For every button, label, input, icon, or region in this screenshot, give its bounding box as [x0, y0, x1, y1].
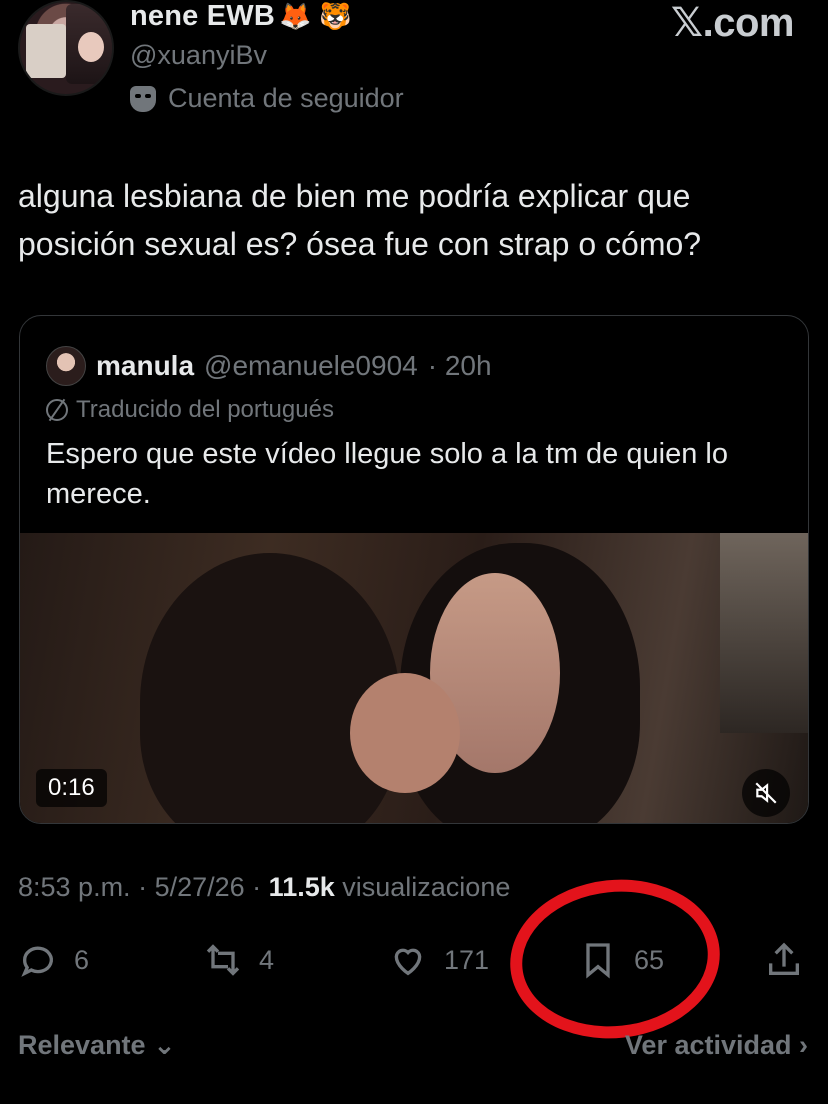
repost-count: 4 — [259, 944, 275, 975]
tweet-text: alguna lesbiana de bien me podría explic… — [18, 178, 702, 262]
video-player[interactable]: 0:16 — [20, 533, 808, 823]
reply-count: 6 — [74, 944, 90, 975]
author-avatar[interactable] — [18, 0, 114, 96]
avatar-face — [78, 32, 104, 62]
video-duration: 0:16 — [36, 769, 107, 807]
translated-label: Traducido del portugués — [76, 396, 334, 423]
quote-time: · 20h — [427, 350, 492, 381]
mute-button[interactable] — [742, 769, 790, 817]
video-frame-part — [350, 673, 460, 793]
video-frame-part — [140, 553, 400, 823]
avatar-photo-part — [26, 24, 66, 78]
red-circle-annotation — [502, 869, 728, 1049]
reply-button[interactable]: 6 — [18, 940, 89, 980]
author-emojis: 🦊 🐯 — [279, 1, 352, 31]
translation-notice: Traducido del portugués — [46, 396, 334, 424]
x-watermark: 𝕏.com — [670, 1, 795, 45]
view-activity-link[interactable]: Ver actividad › — [625, 1030, 808, 1061]
translate-icon — [46, 399, 68, 421]
mask-icon — [130, 85, 156, 112]
quote-avatar[interactable] — [46, 346, 86, 386]
video-frame-part — [720, 533, 808, 733]
tweet-time: 8:53 p.m. — [18, 872, 131, 902]
quote-text: Espero que este vídeo llegue solo a la t… — [46, 438, 728, 510]
like-count: 171 — [444, 944, 490, 975]
quote-author-handle: @emanuele0904 — [204, 350, 418, 381]
author-display-name[interactable]: nene EWB 🦊 🐯 — [130, 0, 352, 33]
views-count: 11.5k — [268, 872, 335, 902]
repost-icon — [206, 944, 240, 976]
repost-button[interactable]: 4 — [203, 940, 274, 980]
follower-label: Cuenta de seguidor — [168, 83, 404, 113]
sort-dropdown[interactable]: Relevante ⌄ — [18, 1030, 176, 1061]
share-icon — [769, 942, 799, 975]
muted-speaker-icon — [755, 782, 777, 804]
tweet-date: · 5/27/26 · — [138, 872, 262, 902]
follower-badge: Cuenta de seguidor — [130, 83, 404, 114]
heart-icon — [394, 948, 422, 976]
like-button[interactable]: 171 — [388, 940, 489, 980]
quote-author-name[interactable]: manula — [96, 350, 194, 382]
tweet-meta: 8:53 p.m. · 5/27/26 · 11.5k visualizacio… — [18, 872, 510, 903]
quote-header: manula @emanuele0904 · 20h — [46, 346, 492, 386]
reply-icon — [21, 946, 53, 977]
author-handle[interactable]: @xuanyiBv — [130, 40, 267, 71]
quoted-tweet[interactable]: manula @emanuele0904 · 20h Traducido del… — [19, 315, 809, 824]
share-button[interactable] — [764, 940, 804, 980]
views-label: visualizacione — [342, 872, 511, 902]
